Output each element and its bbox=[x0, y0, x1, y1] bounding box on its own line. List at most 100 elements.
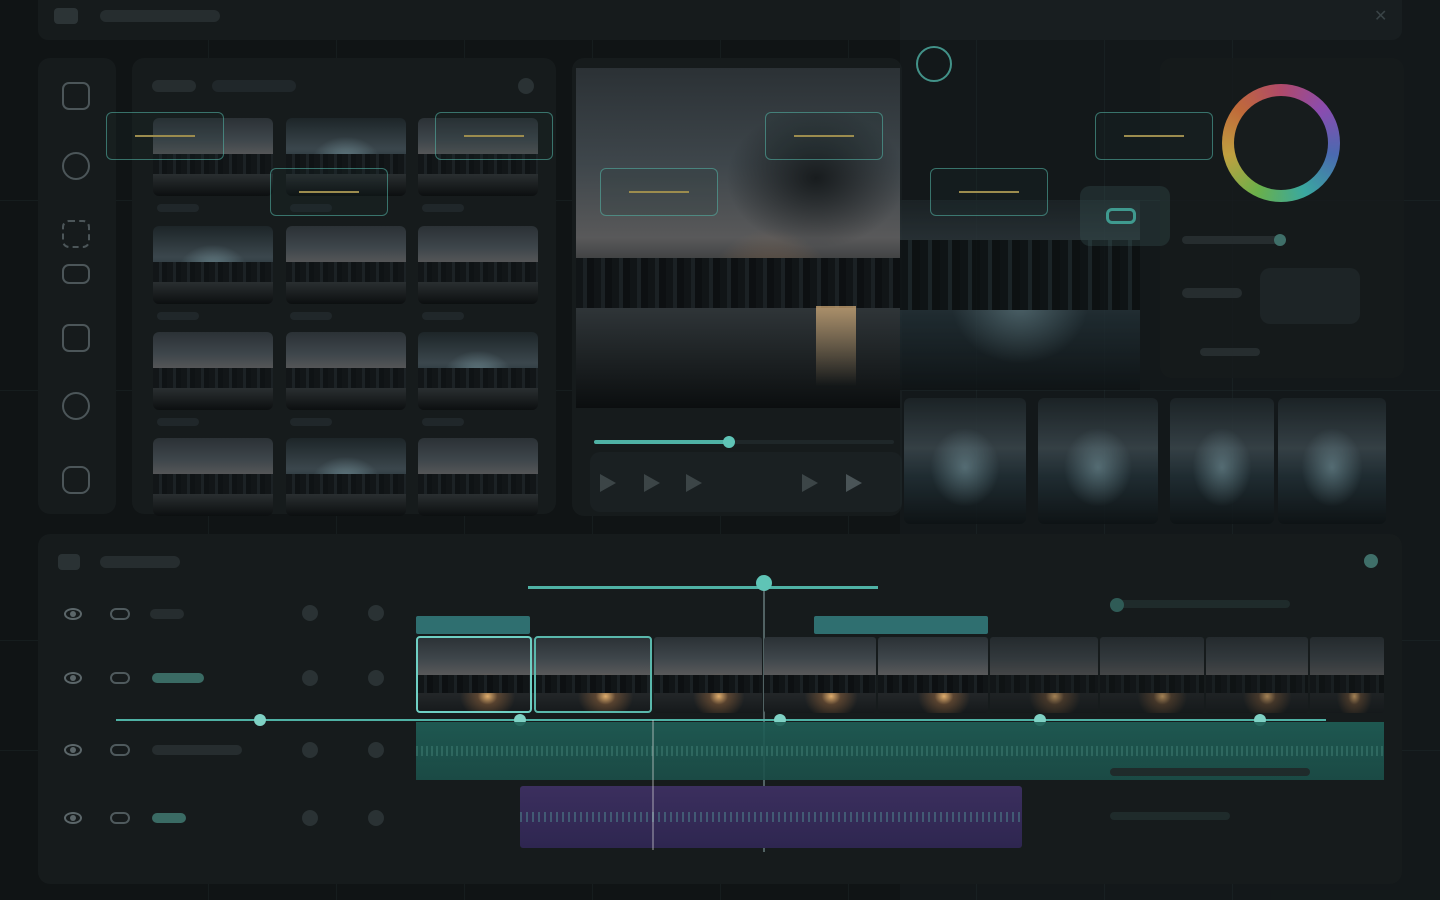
next-frame-icon[interactable] bbox=[686, 474, 702, 492]
lock-icon[interactable] bbox=[110, 608, 130, 620]
thumbnail-skyline bbox=[153, 262, 273, 282]
playhead-handle[interactable] bbox=[756, 575, 772, 591]
visibility-eye-icon[interactable] bbox=[64, 672, 82, 684]
preview-scrubber[interactable] bbox=[594, 436, 894, 448]
thumbnail-skyline bbox=[153, 474, 273, 494]
media-thumbnail[interactable] bbox=[418, 226, 538, 304]
param-placeholder bbox=[1110, 768, 1310, 776]
effects-icon[interactable] bbox=[62, 152, 90, 180]
filmstrip-frame[interactable] bbox=[990, 637, 1098, 713]
media-thumbnail[interactable] bbox=[286, 332, 406, 410]
solo-icon[interactable] bbox=[368, 670, 384, 686]
step-back-icon[interactable] bbox=[802, 474, 818, 492]
timeline-title-placeholder bbox=[100, 556, 180, 568]
library-tab-placeholder[interactable] bbox=[212, 80, 296, 92]
titles-icon[interactable] bbox=[62, 324, 90, 352]
frame-skyline bbox=[1310, 675, 1384, 693]
visibility-eye-icon[interactable] bbox=[64, 812, 82, 824]
filmstrip-frame[interactable] bbox=[1100, 637, 1204, 713]
annotation-box bbox=[435, 112, 553, 160]
audio-icon[interactable] bbox=[62, 264, 90, 284]
annotation-line bbox=[135, 135, 195, 137]
folder-icon[interactable] bbox=[54, 8, 78, 24]
scrubber-handle[interactable] bbox=[723, 436, 735, 448]
filmstrip-frame[interactable] bbox=[1310, 637, 1384, 713]
filmstrip-frame[interactable] bbox=[654, 637, 762, 713]
transitions-icon[interactable] bbox=[62, 220, 90, 248]
thumbnail-road bbox=[153, 388, 273, 410]
thumbnail-skyline bbox=[418, 474, 538, 494]
media-thumbnail[interactable] bbox=[286, 226, 406, 304]
color-wheel-center bbox=[1234, 96, 1328, 190]
previous-frame-icon[interactable] bbox=[600, 474, 616, 492]
param-placeholder bbox=[1110, 812, 1230, 820]
add-icon[interactable] bbox=[1364, 554, 1378, 568]
thumbnail-road bbox=[418, 174, 538, 196]
solo-icon[interactable] bbox=[368, 742, 384, 758]
toggle-icon[interactable] bbox=[1106, 208, 1136, 224]
thumbnail-road bbox=[418, 388, 538, 410]
thumbnail-road bbox=[286, 388, 406, 410]
timeline-icon[interactable] bbox=[58, 554, 80, 570]
annotation-line bbox=[1124, 135, 1184, 137]
filmstrip-frame[interactable] bbox=[878, 637, 988, 713]
music-track-clip[interactable] bbox=[520, 786, 1022, 848]
frame-skyline bbox=[654, 675, 762, 693]
media-thumbnail[interactable] bbox=[418, 438, 538, 516]
media-thumbnail[interactable] bbox=[286, 438, 406, 516]
thumbnail-road bbox=[153, 282, 273, 304]
thumbnail-caption bbox=[157, 204, 199, 212]
slider-track[interactable] bbox=[1182, 236, 1282, 244]
slider-handle[interactable] bbox=[1274, 234, 1286, 246]
time-ruler-range[interactable] bbox=[528, 586, 878, 589]
settings-icon[interactable] bbox=[518, 78, 534, 94]
mute-icon[interactable] bbox=[302, 605, 318, 621]
secondary-thumbnail[interactable] bbox=[1170, 398, 1274, 524]
solo-icon[interactable] bbox=[368, 605, 384, 621]
thumbnail-caption bbox=[157, 312, 199, 320]
solo-icon[interactable] bbox=[368, 810, 384, 826]
target-icon[interactable] bbox=[916, 46, 952, 82]
thumbnail-caption bbox=[290, 312, 332, 320]
annotation-box bbox=[106, 112, 224, 160]
param-placeholder bbox=[1182, 288, 1242, 298]
thumbnail-road bbox=[153, 174, 273, 196]
lock-icon[interactable] bbox=[110, 812, 130, 824]
secondary-thumbnail[interactable] bbox=[904, 398, 1026, 524]
mute-icon[interactable] bbox=[302, 670, 318, 686]
color-icon[interactable] bbox=[62, 392, 90, 420]
media-thumbnail[interactable] bbox=[153, 438, 273, 516]
floating-tool[interactable] bbox=[1080, 186, 1170, 246]
mute-icon[interactable] bbox=[302, 810, 318, 826]
export-icon[interactable] bbox=[62, 466, 90, 494]
color-wheel[interactable] bbox=[1222, 84, 1340, 202]
media-icon[interactable] bbox=[62, 82, 90, 110]
thumbnail-caption bbox=[422, 418, 464, 426]
selected-clip-outline[interactable] bbox=[416, 636, 532, 713]
filmstrip-frame[interactable] bbox=[1206, 637, 1308, 713]
lock-icon[interactable] bbox=[110, 672, 130, 684]
play-secondary-icon[interactable] bbox=[846, 474, 862, 492]
keyframe-marker[interactable] bbox=[254, 714, 266, 726]
thumbnail-skyline bbox=[418, 368, 538, 388]
secondary-thumbnail[interactable] bbox=[1278, 398, 1386, 524]
visibility-eye-icon[interactable] bbox=[64, 744, 82, 756]
overlay-clip[interactable] bbox=[814, 616, 988, 634]
overlay-clip[interactable] bbox=[416, 616, 530, 634]
frame-skyline bbox=[1206, 675, 1308, 693]
slider-handle[interactable] bbox=[1110, 598, 1124, 612]
media-thumbnail[interactable] bbox=[153, 226, 273, 304]
mute-icon[interactable] bbox=[302, 742, 318, 758]
thumbnail-road bbox=[286, 282, 406, 304]
media-thumbnail[interactable] bbox=[153, 332, 273, 410]
annotation-line bbox=[629, 191, 689, 193]
play-icon[interactable] bbox=[644, 474, 660, 492]
library-tab-placeholder[interactable] bbox=[152, 80, 196, 92]
visibility-eye-icon[interactable] bbox=[64, 608, 82, 620]
selected-clip-outline[interactable] bbox=[534, 636, 652, 713]
filmstrip-frame[interactable] bbox=[764, 637, 876, 713]
secondary-thumbnail[interactable] bbox=[1038, 398, 1158, 524]
track-name-placeholder bbox=[152, 813, 186, 823]
lock-icon[interactable] bbox=[110, 744, 130, 756]
media-thumbnail[interactable] bbox=[418, 332, 538, 410]
